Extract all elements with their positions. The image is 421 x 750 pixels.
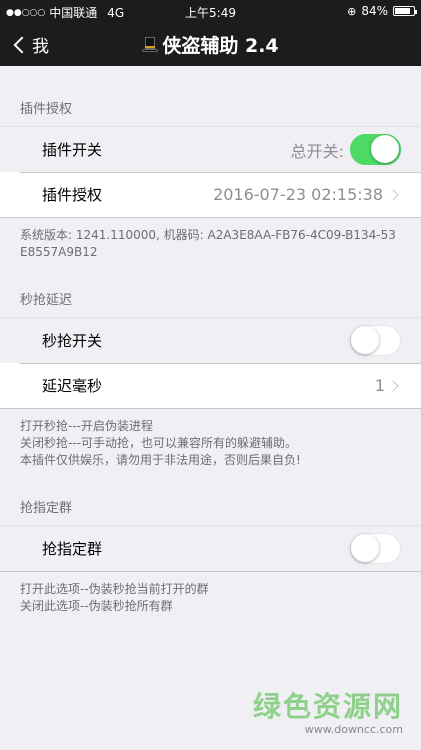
- instant-grab-label: 秒抢开关: [42, 332, 103, 350]
- section-header-delay: 秒抢延迟: [20, 293, 73, 308]
- watermark-logo-text: 绿色资源网: [252, 690, 403, 723]
- toggle-knob: [371, 135, 399, 163]
- page-title: 侠盗辅助 2.4: [0, 31, 421, 58]
- instant-grab-toggle[interactable]: [350, 325, 401, 356]
- toggle-knob: [351, 326, 379, 354]
- plugin-switch-label: 插件开关: [42, 141, 103, 159]
- navigation-bar: 我 侠盗辅助 2.4: [0, 22, 421, 66]
- plugin-auth-label: 插件授权: [42, 186, 103, 204]
- delay-footer-line: 关闭秒抢---可手动抢，也可以兼容所有的躲避辅助。: [20, 436, 297, 450]
- group-footer-line: 关闭此选项--伪装秒抢所有群: [20, 599, 173, 613]
- auth-date-value: 2016-07-23 02:15:38: [213, 185, 383, 204]
- plugin-switch-cell: 插件开关 总开关:: [0, 127, 421, 172]
- section-header-group: 抢指定群: [20, 501, 73, 516]
- battery-fill: [395, 8, 411, 14]
- delay-footer-line: 打开秒抢---开启伪装进程: [20, 419, 153, 433]
- battery-icon: [393, 6, 417, 16]
- delay-ms-value: 1: [374, 376, 385, 395]
- group-grab-switch-cell: 抢指定群: [0, 526, 421, 571]
- status-bar-right: ⊕ 84%: [347, 4, 417, 18]
- system-info-footer: 系统版本: 1241.110000, 机器码: A2A3E8AA-FB76-4C…: [20, 228, 396, 259]
- group-grab-toggle[interactable]: [350, 533, 401, 564]
- delay-ms-label: 延迟毫秒: [42, 377, 103, 395]
- toggle-knob: [351, 534, 379, 562]
- master-switch-toggle[interactable]: [350, 134, 401, 165]
- plugin-auth-cell[interactable]: 插件授权 2016-07-23 02:15:38: [0, 172, 421, 217]
- chevron-right-icon: [387, 379, 399, 392]
- top-hat-icon: [142, 36, 159, 53]
- battery-percent: 84%: [361, 4, 388, 18]
- delay-ms-cell[interactable]: 延迟毫秒 1: [0, 363, 421, 408]
- master-switch-caption: 总开关:: [290, 141, 344, 161]
- group-footer: 打开此选项--伪装秒抢当前打开的群 关闭此选项--伪装秒抢所有群: [0, 581, 421, 615]
- delay-footer: 打开秒抢---开启伪装进程 关闭秒抢---可手动抢，也可以兼容所有的躲避辅助。 …: [0, 418, 421, 469]
- delay-footer-line: 本插件仅供娱乐，请勿用于非法用途，否则后果自负!: [20, 453, 301, 467]
- status-bar: ●●○○○ 中国联通 4G 上午5:49 ⊕ 84%: [0, 0, 421, 22]
- group-grab-group: 抢指定群: [0, 525, 421, 572]
- rotation-lock-icon: ⊕: [347, 4, 357, 18]
- instant-grab-switch-cell: 秒抢开关: [0, 318, 421, 363]
- section-header-auth: 插件授权: [20, 102, 73, 117]
- watermark: 绿色资源网 www.downcc.com: [253, 685, 403, 736]
- group-footer-line: 打开此选项--伪装秒抢当前打开的群: [20, 582, 209, 596]
- delay-group: 秒抢开关 延迟毫秒 1: [0, 317, 421, 409]
- chevron-right-icon: [387, 188, 399, 201]
- auth-group: 插件开关 总开关: 插件授权 2016-07-23 02:15:38: [0, 126, 421, 218]
- group-grab-label: 抢指定群: [42, 540, 103, 558]
- page-title-text: 侠盗辅助 2.4: [162, 35, 279, 57]
